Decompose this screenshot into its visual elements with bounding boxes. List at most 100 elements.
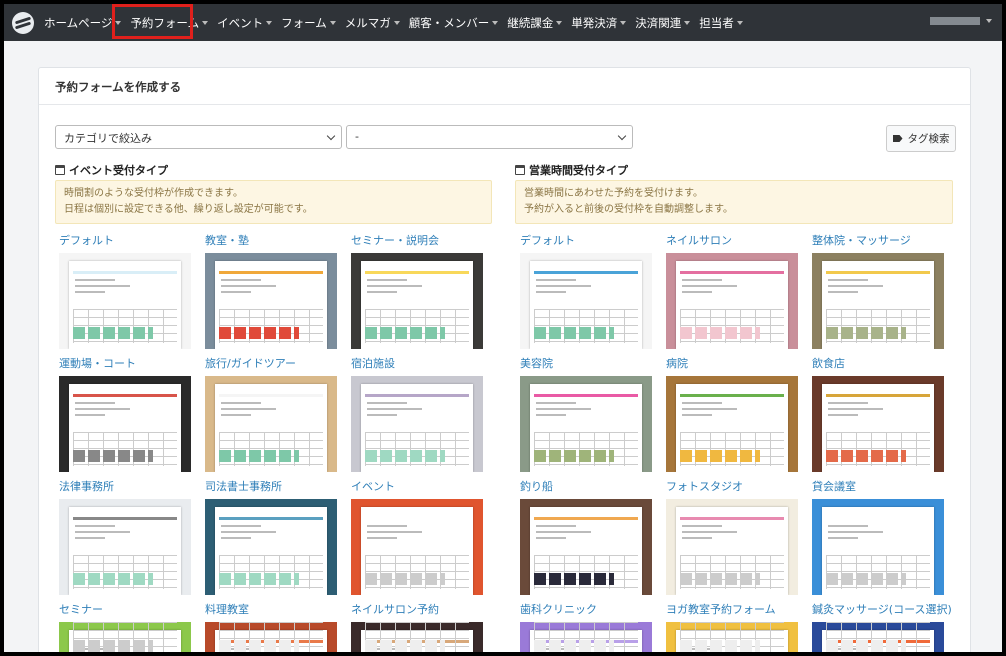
nav-payment-related[interactable]: 決済関連 <box>635 15 691 31</box>
template-label[interactable]: ネイルサロン <box>666 232 732 248</box>
thumbnail-preview <box>215 507 327 595</box>
thumbnail-preview <box>822 622 934 652</box>
user-name-blurred <box>930 17 980 25</box>
template-label[interactable]: 貸会議室 <box>812 478 856 494</box>
app-logo-icon[interactable] <box>12 11 34 34</box>
template-thumbnail[interactable] <box>520 376 652 472</box>
caret-down-icon <box>620 20 627 25</box>
template-thumbnail[interactable] <box>59 499 191 595</box>
top-navbar: ホームページ 予約フォーム イベント フォーム メルマガ 顧客・メンバー 継続課… <box>4 4 1002 41</box>
thumbnail-preview <box>822 384 934 472</box>
template-thumbnail[interactable] <box>520 253 652 349</box>
event-info-line-2: 日程は個別に設定できる他、繰り返し設定が可能です。 <box>64 204 313 215</box>
template-thumbnail[interactable] <box>666 376 798 472</box>
user-menu[interactable] <box>930 17 992 25</box>
event-section-info: 時間割のような受付枠が作成できます。 日程は個別に設定できる他、繰り返し設定が可… <box>55 180 492 224</box>
thumbnail-preview <box>676 622 788 652</box>
template-thumbnail[interactable] <box>59 253 191 349</box>
filter-bar: カテゴリで絞込み - <box>55 125 633 149</box>
template-label[interactable]: セミナー <box>59 601 103 617</box>
template-thumbnail[interactable] <box>666 622 798 652</box>
template-label[interactable]: 料理教室 <box>205 601 249 617</box>
template-thumbnail[interactable] <box>520 499 652 595</box>
card-title: 予約フォームを作成する <box>39 68 970 105</box>
tag-search-button[interactable]: タグ検索 <box>886 125 956 152</box>
subcategory-select[interactable]: - <box>346 125 633 149</box>
template-thumbnail[interactable] <box>351 499 483 595</box>
template-thumbnail[interactable] <box>520 622 652 652</box>
template-label[interactable]: イベント <box>351 478 395 494</box>
template-label[interactable]: 美容院 <box>520 355 553 371</box>
hours-info-line-1: 営業時間にあわせた予約を受付けます。 <box>524 188 703 199</box>
calendar-icon <box>55 165 65 175</box>
caret-down-icon <box>986 19 992 23</box>
thumbnail-preview <box>822 261 934 349</box>
caret-down-icon <box>202 20 209 25</box>
highlight-box <box>112 4 193 39</box>
template-thumbnail[interactable] <box>59 376 191 472</box>
hours-section-info: 営業時間にあわせた予約を受付けます。 予約が入ると前後の受付枠を自動調整します。 <box>515 180 953 224</box>
template-thumbnail[interactable] <box>205 376 337 472</box>
event-section-title: イベント受付タイプ <box>55 162 168 178</box>
thumbnail-preview <box>530 507 642 595</box>
event-section-title-text: イベント受付タイプ <box>69 164 168 177</box>
template-label[interactable]: デフォルト <box>59 232 114 248</box>
template-label[interactable]: ヨガ教室予約フォーム <box>666 601 776 617</box>
template-thumbnail[interactable] <box>812 376 944 472</box>
caret-down-icon <box>492 20 499 25</box>
template-label[interactable]: 宿泊施設 <box>351 355 395 371</box>
template-label[interactable]: 法律事務所 <box>59 478 114 494</box>
template-label[interactable]: デフォルト <box>520 232 575 248</box>
caret-down-icon <box>736 20 743 25</box>
window-frame: ホームページ 予約フォーム イベント フォーム メルマガ 顧客・メンバー 継続課… <box>4 4 1002 652</box>
thumbnail-preview <box>361 384 473 472</box>
hours-section-title-text: 営業時間受付タイプ <box>529 164 628 177</box>
caret-down-icon <box>684 20 691 25</box>
thumbnail-preview <box>676 384 788 472</box>
template-label[interactable]: ネイルサロン予約 <box>351 601 439 617</box>
nav-home[interactable]: ホームページ <box>44 15 122 31</box>
thumbnail-preview <box>676 261 788 349</box>
nav-staff[interactable]: 担当者 <box>699 15 743 31</box>
calendar-icon <box>515 165 525 175</box>
caret-down-icon <box>329 20 336 25</box>
template-label[interactable]: 鍼灸マッサージ(コース選択) <box>812 601 952 617</box>
template-thumbnail[interactable] <box>812 253 944 349</box>
template-thumbnail[interactable] <box>666 253 798 349</box>
nav-subscription[interactable]: 継続課金 <box>507 15 563 31</box>
template-label[interactable]: 司法書士事務所 <box>205 478 282 494</box>
template-thumbnail[interactable] <box>812 622 944 652</box>
hours-info-line-2: 予約が入ると前後の受付枠を自動調整します。 <box>524 204 733 215</box>
nav-form[interactable]: フォーム <box>281 15 336 31</box>
thumbnail-preview <box>215 622 327 652</box>
template-label[interactable]: 旅行/ガイドツアー <box>205 355 296 371</box>
hours-section-title: 営業時間受付タイプ <box>515 162 628 178</box>
template-label[interactable]: フォトスタジオ <box>666 478 743 494</box>
category-select[interactable]: カテゴリで絞込み <box>55 125 342 149</box>
nav-event[interactable]: イベント <box>217 15 273 31</box>
template-label[interactable]: 歯科クリニック <box>520 601 597 617</box>
template-label[interactable]: 教室・塾 <box>205 232 249 248</box>
nav-mail-magazine[interactable]: メルマガ <box>345 15 400 31</box>
template-thumbnail[interactable] <box>205 253 337 349</box>
nav-customers[interactable]: 顧客・メンバー <box>409 15 499 31</box>
thumbnail-preview <box>822 507 934 595</box>
event-info-line-1: 時間割のような受付枠が作成できます。 <box>64 188 243 199</box>
template-label[interactable]: 病院 <box>666 355 688 371</box>
nav-single-payment[interactable]: 単発決済 <box>571 15 627 31</box>
template-label[interactable]: 釣り船 <box>520 478 553 494</box>
template-label[interactable]: 整体院・マッサージ <box>812 232 911 248</box>
template-label[interactable]: 運動場・コート <box>59 355 136 371</box>
template-thumbnail[interactable] <box>205 622 337 652</box>
thumbnail-preview <box>215 384 327 472</box>
template-thumbnail[interactable] <box>812 499 944 595</box>
template-label[interactable]: セミナー・説明会 <box>351 232 439 248</box>
template-thumbnail[interactable] <box>351 376 483 472</box>
template-thumbnail[interactable] <box>666 499 798 595</box>
template-label[interactable]: 飲食店 <box>812 355 845 371</box>
thumbnail-preview <box>69 622 181 652</box>
template-thumbnail[interactable] <box>59 622 191 652</box>
template-thumbnail[interactable] <box>351 622 483 652</box>
template-thumbnail[interactable] <box>205 499 337 595</box>
template-thumbnail[interactable] <box>351 253 483 349</box>
